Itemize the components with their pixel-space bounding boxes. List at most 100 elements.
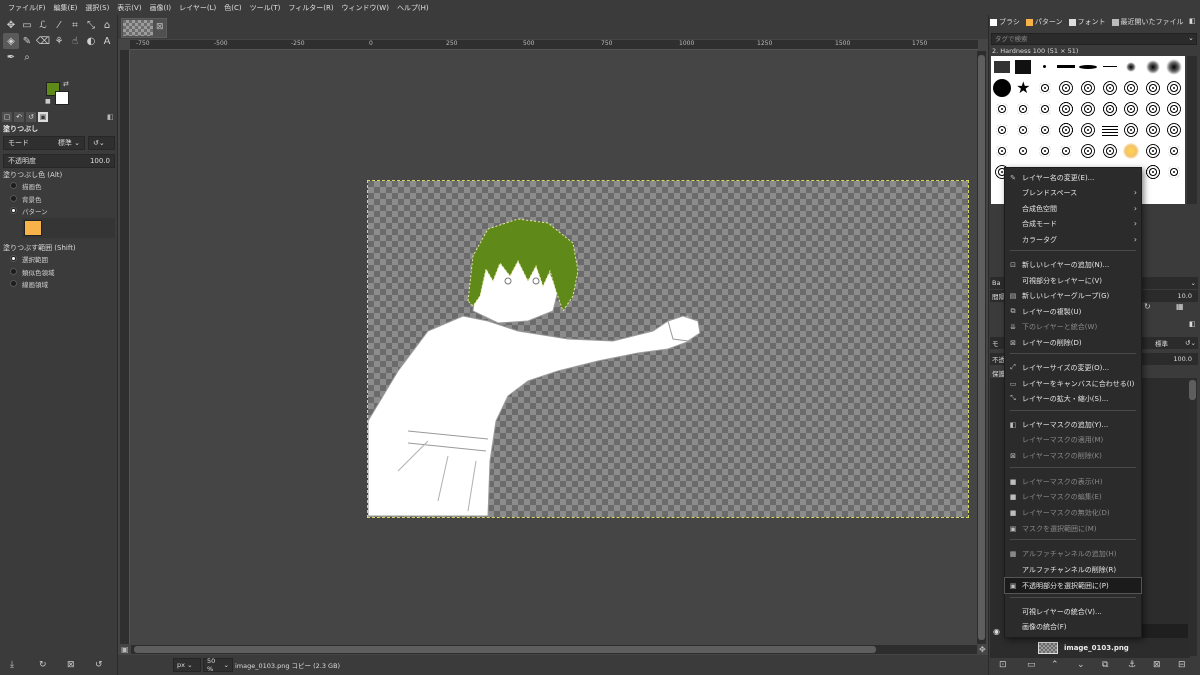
brush-item[interactable] [1163, 77, 1185, 98]
navigate-icon[interactable]: ✥ [979, 645, 986, 654]
bucket-fill-tool-icon[interactable]: ◈ [3, 33, 19, 49]
context-menu-item[interactable]: ▣ マスクを選択範囲に(M) [1005, 521, 1141, 536]
area-lineart-radio[interactable] [10, 280, 17, 287]
context-menu-item[interactable]: アルファチャンネルの削除(R) [1005, 562, 1141, 577]
swap-colors-icon[interactable]: ⇄ [63, 80, 69, 88]
default-colors-icon[interactable]: ■ [45, 98, 51, 105]
brush-item[interactable] [1163, 56, 1185, 77]
brush-image-icon[interactable]: ▦ [1176, 302, 1184, 311]
horizontal-scroll-thumb[interactable] [134, 646, 876, 653]
tab-recent-files[interactable]: 最近開いたファイル [1111, 17, 1184, 27]
images-tab-icon[interactable]: ↺ [26, 112, 36, 122]
menu-view[interactable]: 表示(V) [113, 3, 145, 13]
eye-icon[interactable]: ◉ [993, 627, 1000, 636]
context-menu-item[interactable]: ▤ 新しいレイヤーグループ(G) [1005, 288, 1141, 303]
context-menu-item[interactable]: 可視レイヤーの統合(V)... [1005, 604, 1141, 619]
layer-item[interactable]: image_0103.png [1038, 642, 1129, 654]
new-layer-icon[interactable]: ⊡ [999, 660, 1007, 670]
background-color-swatch[interactable] [55, 91, 69, 105]
context-menu-item[interactable]: ⤡ レイヤーの拡大・縮小(S)... [1005, 391, 1141, 406]
context-menu-item[interactable]: ■ レイヤーマスクの編集(E) [1005, 489, 1141, 504]
brush-item[interactable] [1077, 140, 1099, 161]
brush-item[interactable] [991, 77, 1013, 98]
brush-scrollbar[interactable] [1187, 56, 1197, 204]
tag-search-input[interactable]: タグで検索 [991, 33, 1197, 45]
brush-item[interactable] [1142, 119, 1164, 140]
paintbrush-tool-icon[interactable]: ✎ [19, 33, 35, 49]
brush-item[interactable] [1142, 98, 1164, 119]
crop-tool-icon[interactable]: ⌗ [67, 17, 83, 33]
lower-layer-icon[interactable]: ⌄ [1077, 660, 1085, 670]
menu-select[interactable]: 選択(S) [81, 3, 113, 13]
clone-tool-icon[interactable]: ⚘ [51, 33, 67, 49]
brush-item[interactable] [1099, 119, 1121, 140]
context-menu-item[interactable]: ◧ レイヤーマスクの追加(Y)... [1005, 417, 1141, 432]
unit-select[interactable]: px ⌄ [173, 658, 201, 672]
brush-item[interactable] [1034, 98, 1056, 119]
context-menu-item[interactable]: ▭ レイヤーをキャンバスに合わせる(I) [1005, 376, 1141, 391]
fuzzy-select-tool-icon[interactable]: ⁄ [51, 17, 67, 33]
brush-item[interactable] [1013, 119, 1035, 140]
brush-item[interactable] [1056, 140, 1078, 161]
brush-item[interactable]: ★ [1013, 77, 1035, 98]
eraser-tool-icon[interactable]: ⌫ [35, 33, 51, 49]
horizontal-ruler[interactable]: -750 -500 -250 0 250 500 750 1000 1250 1… [130, 40, 978, 50]
brush-item[interactable] [1034, 140, 1056, 161]
save-options-icon[interactable]: ⤓ [10, 660, 14, 670]
context-menu-item[interactable]: ⇊ 下のレイヤーと統合(W) [1005, 319, 1141, 334]
context-menu-item[interactable]: ▣ 不透明部分を選択範囲に(P) [1004, 577, 1142, 594]
context-menu-item[interactable]: 可視部分をレイヤーに(V) [1005, 273, 1141, 288]
zoom-tool-icon[interactable]: ⌕ [19, 49, 35, 65]
menu-file[interactable]: ファイル(F) [4, 3, 50, 13]
restore-options-icon[interactable]: ↻ [39, 660, 47, 670]
brush-item[interactable] [1056, 56, 1078, 77]
context-menu-item[interactable]: ■ レイヤーマスクの無効化(D) [1005, 505, 1141, 520]
menu-image[interactable]: 画像(I) [146, 3, 176, 13]
brush-item[interactable] [1099, 98, 1121, 119]
brush-item[interactable] [1077, 98, 1099, 119]
menu-windows[interactable]: ウィンドウ(W) [338, 3, 393, 13]
mask-icon[interactable]: ⊠ [1153, 660, 1161, 670]
menu-edit[interactable]: 編集(E) [50, 3, 82, 13]
mode-reset-button[interactable]: ↺⌄ [88, 136, 115, 150]
context-menu-item[interactable]: ⤢ レイヤーサイズの変更(O)... [1005, 360, 1141, 375]
tab-brushes[interactable]: ブラシ [990, 17, 1020, 27]
layers-scroll-thumb[interactable] [1189, 380, 1196, 400]
brush-item[interactable] [991, 119, 1013, 140]
context-menu-item[interactable]: ✎ レイヤー名の変更(E)... [1005, 170, 1141, 185]
context-menu-item[interactable]: ⊠ レイヤーの削除(D) [1005, 335, 1141, 350]
brush-item[interactable] [991, 140, 1013, 161]
brush-item[interactable] [1142, 140, 1164, 161]
fill-pattern-radio[interactable] [10, 207, 17, 214]
brush-item[interactable] [1077, 56, 1099, 77]
quick-mask-icon[interactable]: ▣ [121, 645, 129, 654]
brush-item[interactable] [1034, 119, 1056, 140]
transform-tool-icon[interactable]: ⤡ [83, 17, 99, 33]
menu-colors[interactable]: 色(C) [220, 3, 245, 13]
reset-options-icon[interactable]: ↺ [95, 660, 103, 670]
context-menu-item[interactable]: ■ レイヤーマスクの表示(H) [1005, 474, 1141, 489]
undo-history-tab-icon[interactable]: ↶ [14, 112, 24, 122]
fill-fg-radio[interactable] [10, 182, 17, 189]
tab-patterns[interactable]: パターン [1025, 17, 1063, 27]
brush-item[interactable] [1142, 56, 1164, 77]
brush-item[interactable] [1013, 140, 1035, 161]
new-group-icon[interactable]: ▭ [1027, 660, 1036, 670]
context-menu-item[interactable]: ⧉ レイヤーの複製(U) [1005, 304, 1141, 319]
refresh-brushes-icon[interactable]: ↻ [1144, 302, 1151, 311]
raise-layer-icon[interactable]: ⌃ [1051, 660, 1059, 670]
tool-options-tab-icon[interactable]: ▣ [38, 112, 48, 122]
context-menu-item[interactable]: レイヤーマスクの適用(M) [1005, 432, 1141, 447]
area-similar-radio[interactable] [10, 268, 17, 275]
delete-options-icon[interactable]: ⊠ [67, 660, 75, 670]
vertical-scroll-thumb[interactable] [978, 55, 985, 640]
color-picker-tool-icon[interactable]: ✒ [3, 49, 19, 65]
tab-fonts[interactable]: フォント [1068, 17, 1106, 27]
context-menu-item[interactable]: 合成色空間 › [1005, 201, 1141, 216]
lasso-tool-icon[interactable]: ℒ [35, 17, 51, 33]
brush-item[interactable] [1120, 77, 1142, 98]
brush-item[interactable] [1099, 56, 1121, 77]
layers-scrollbar[interactable] [1188, 378, 1197, 656]
device-status-tab-icon[interactable]: ▢ [2, 112, 12, 122]
delete-layer-icon[interactable]: ⊟ [1178, 660, 1186, 670]
